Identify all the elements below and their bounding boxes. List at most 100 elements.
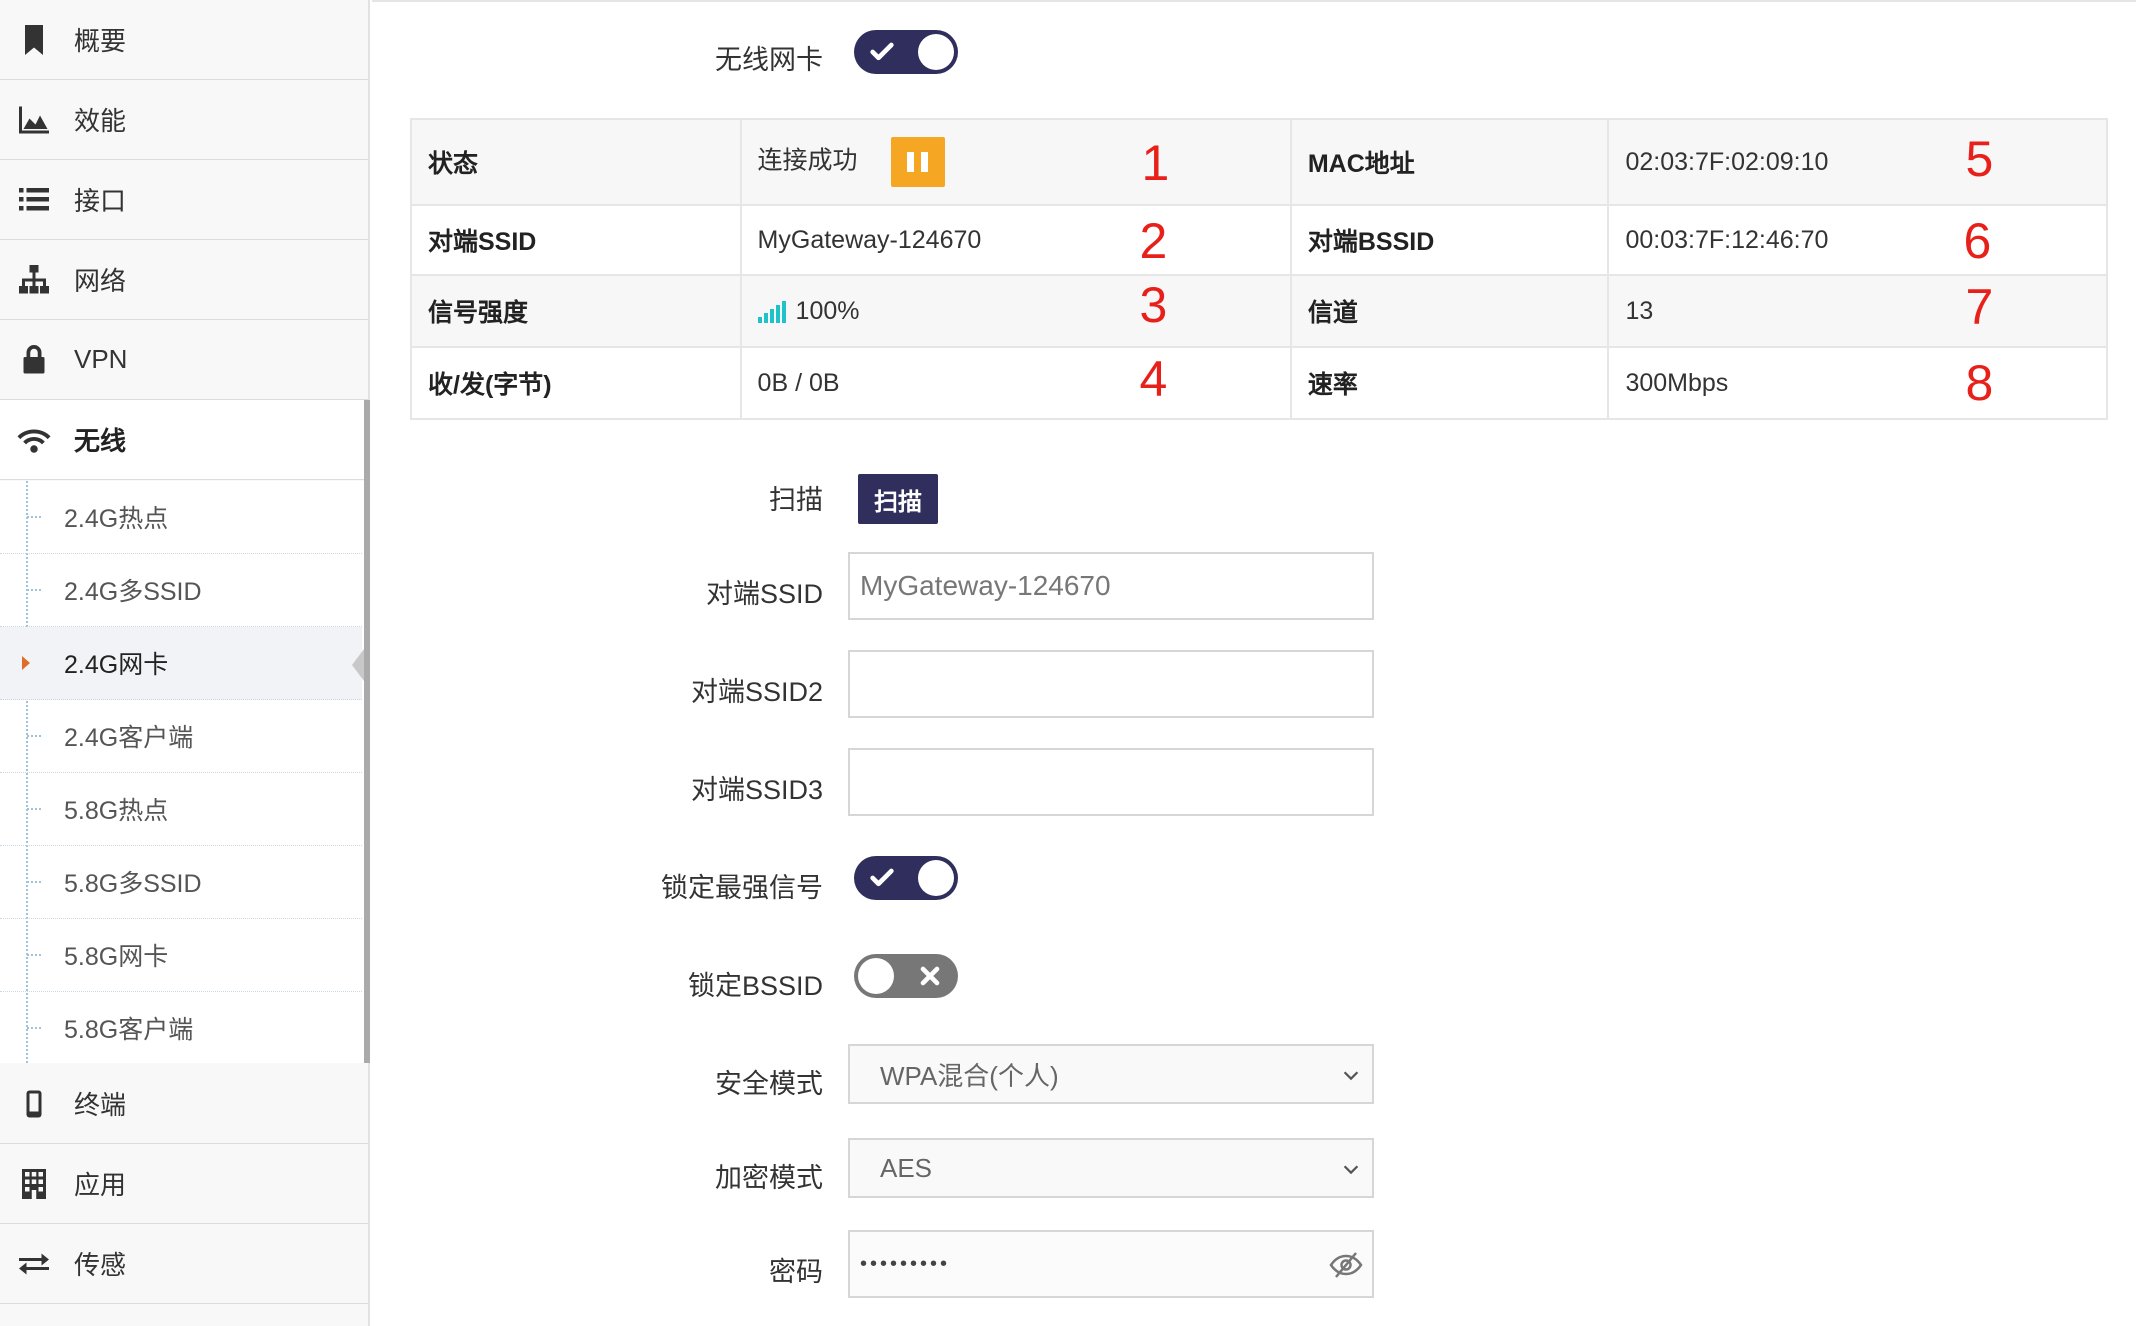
sidebar-item-label: 传感	[74, 1250, 127, 1280]
submenu-item-label: 5.8G热点	[64, 797, 169, 825]
sidebar-item-label: 概要	[74, 26, 127, 56]
submenu-item-58g-hotspot[interactable]: 5.8G热点	[0, 773, 362, 846]
scan-button[interactable]: 扫描	[858, 474, 938, 524]
channel-key: 信道	[1289, 274, 1610, 348]
status-value: 连接成功	[757, 146, 858, 175]
security-mode-select[interactable]: WPA混合(个人)	[848, 1044, 1374, 1104]
peer-ssid-input-value: MyGateway-124670	[860, 570, 1111, 601]
submenu-item-label: 2.4G客户端	[64, 724, 194, 752]
chevron-down-icon	[1343, 1071, 1359, 1081]
mac-value-cell: 02:03:7F:02:09:10 5	[1607, 118, 2108, 206]
sidebar-item-label: 网络	[74, 266, 127, 296]
wireless-card-label: 无线网卡	[715, 45, 823, 75]
bytes-value: 0B / 0B	[757, 368, 840, 397]
sidebar-item-interface[interactable]: 接口	[0, 160, 368, 240]
main-content: 无线网卡 状态 连接成功 1 MAC地址 02:03:7F:02:09:10 5…	[372, 0, 2136, 1326]
sidebar-item-network[interactable]: 网络	[0, 240, 368, 320]
password-input[interactable]: •••••••••	[848, 1230, 1374, 1298]
peer-bssid-value-cell: 00:03:7F:12:46:70 6	[1607, 204, 2108, 276]
annotation-number: 1	[1141, 135, 1170, 191]
sidebar-item-label: 接口	[74, 186, 127, 216]
signal-bars-icon	[757, 300, 786, 323]
sidebar-item-sensor[interactable]: 传感	[0, 1224, 368, 1304]
peer-ssid-value: MyGateway-124670	[757, 225, 982, 254]
channel-value-cell: 13 7	[1607, 274, 2108, 348]
sidebar-item-label: 终端	[74, 1090, 127, 1120]
annotation-number: 7	[1965, 279, 1994, 335]
peer-ssid-key: 对端SSID	[410, 204, 742, 276]
submenu-item-58g-multi-ssid[interactable]: 5.8G多SSID	[0, 846, 362, 919]
check-icon	[870, 868, 894, 887]
lock-strongest-toggle[interactable]	[854, 856, 958, 900]
peer-ssid-input[interactable]: MyGateway-124670	[848, 552, 1374, 620]
signal-key: 信号强度	[410, 274, 742, 348]
scan-label: 扫描	[769, 485, 823, 515]
encryption-mode-label: 加密模式	[715, 1163, 823, 1193]
peer-bssid-key: 对端BSSID	[1289, 204, 1610, 276]
check-icon	[870, 42, 894, 61]
sidebar-item-wireless[interactable]: 无线	[0, 400, 368, 480]
submenu-item-label: 5.8G客户端	[64, 1016, 194, 1044]
lock-strongest-label: 锁定最强信号	[661, 873, 823, 903]
sidebar-scrollbar[interactable]	[364, 400, 370, 1063]
mac-value: 02:03:7F:02:09:10	[1625, 147, 1829, 176]
chevron-down-icon	[1343, 1165, 1359, 1175]
bookmark-icon	[14, 20, 54, 60]
pause-button[interactable]	[890, 137, 945, 187]
annotation-number: 8	[1965, 355, 1994, 411]
submenu-item-58g-client[interactable]: 5.8G客户端	[0, 992, 362, 1065]
submenu-item-24g-card[interactable]: 2.4G网卡	[0, 627, 364, 700]
sidebar-item-label: 应用	[74, 1170, 127, 1200]
table-row: 状态 连接成功 1 MAC地址 02:03:7F:02:09:10 5	[410, 118, 2108, 206]
password-label: 密码	[769, 1257, 823, 1287]
sidebar-item-vpn[interactable]: VPN	[0, 320, 368, 400]
bytes-key: 收/发(字节)	[410, 346, 742, 420]
rate-value: 300Mbps	[1625, 368, 1729, 397]
status-key: 状态	[410, 118, 742, 206]
channel-value: 13	[1625, 296, 1654, 325]
annotation-number: 4	[1139, 351, 1168, 407]
sidebar-item-terminal[interactable]: 终端	[0, 1064, 368, 1144]
submenu-item-label: 5.8G多SSID	[64, 870, 202, 898]
peer-ssid2-label: 对端SSID2	[690, 677, 823, 707]
wifi-icon	[14, 420, 54, 460]
close-icon	[920, 966, 940, 986]
wireless-submenu: 2.4G热点 2.4G多SSID 2.4G网卡 2.4G客户端 5.8G热点 5…	[0, 481, 368, 1065]
lock-bssid-label: 锁定BSSID	[687, 971, 823, 1001]
table-row: 对端SSID MyGateway-124670 2 对端BSSID 00:03:…	[410, 204, 2108, 276]
table-row: 收/发(字节) 0B / 0B 4 速率 300Mbps 8	[410, 346, 2108, 420]
peer-ssid3-input[interactable]	[848, 748, 1374, 816]
submenu-item-label: 5.8G网卡	[64, 943, 169, 971]
sidebar-item-overview[interactable]: 概要	[0, 0, 368, 80]
security-mode-label: 安全模式	[715, 1069, 823, 1099]
sidebar-item-performance[interactable]: 效能	[0, 80, 368, 160]
sidebar-item-app[interactable]: 应用	[0, 1144, 368, 1224]
submenu-item-24g-hotspot[interactable]: 2.4G热点	[0, 481, 362, 554]
mac-key: MAC地址	[1289, 118, 1610, 206]
submenu-item-58g-card[interactable]: 5.8G网卡	[0, 919, 362, 992]
lock-bssid-toggle[interactable]	[854, 954, 958, 998]
annotation-number: 6	[1963, 213, 1992, 269]
annotation-number: 5	[1965, 131, 1994, 187]
peer-ssid2-input[interactable]	[848, 650, 1374, 718]
caret-right-icon	[22, 656, 30, 670]
submenu-item-24g-multi-ssid[interactable]: 2.4G多SSID	[0, 554, 362, 627]
signal-value: 100%	[795, 296, 860, 325]
signal-value-cell: 100% 3	[739, 274, 1292, 348]
eye-slash-icon[interactable]	[1328, 1250, 1364, 1280]
annotation-number: 2	[1139, 213, 1168, 269]
sidebar-item-label: 效能	[74, 106, 127, 136]
exchange-icon	[14, 1244, 54, 1284]
submenu-item-24g-client[interactable]: 2.4G客户端	[0, 700, 362, 773]
table-row: 信号强度 100% 3 信道 13 7	[410, 274, 2108, 348]
sidebar-item-label: 无线	[74, 426, 127, 456]
sitemap-icon	[14, 260, 54, 300]
mobile-icon	[14, 1084, 54, 1124]
sidebar: 概要 效能 接口 网络 VPN 无线 2.4G热点 2.4G多SSID 2.4G…	[0, 0, 370, 1326]
peer-ssid3-label: 对端SSID3	[690, 775, 823, 805]
active-pointer	[352, 649, 364, 681]
submenu-item-label: 2.4G多SSID	[64, 578, 202, 606]
wireless-card-toggle[interactable]	[854, 30, 958, 74]
password-value: •••••••••	[860, 1252, 951, 1275]
encryption-mode-select[interactable]: AES	[848, 1138, 1374, 1198]
